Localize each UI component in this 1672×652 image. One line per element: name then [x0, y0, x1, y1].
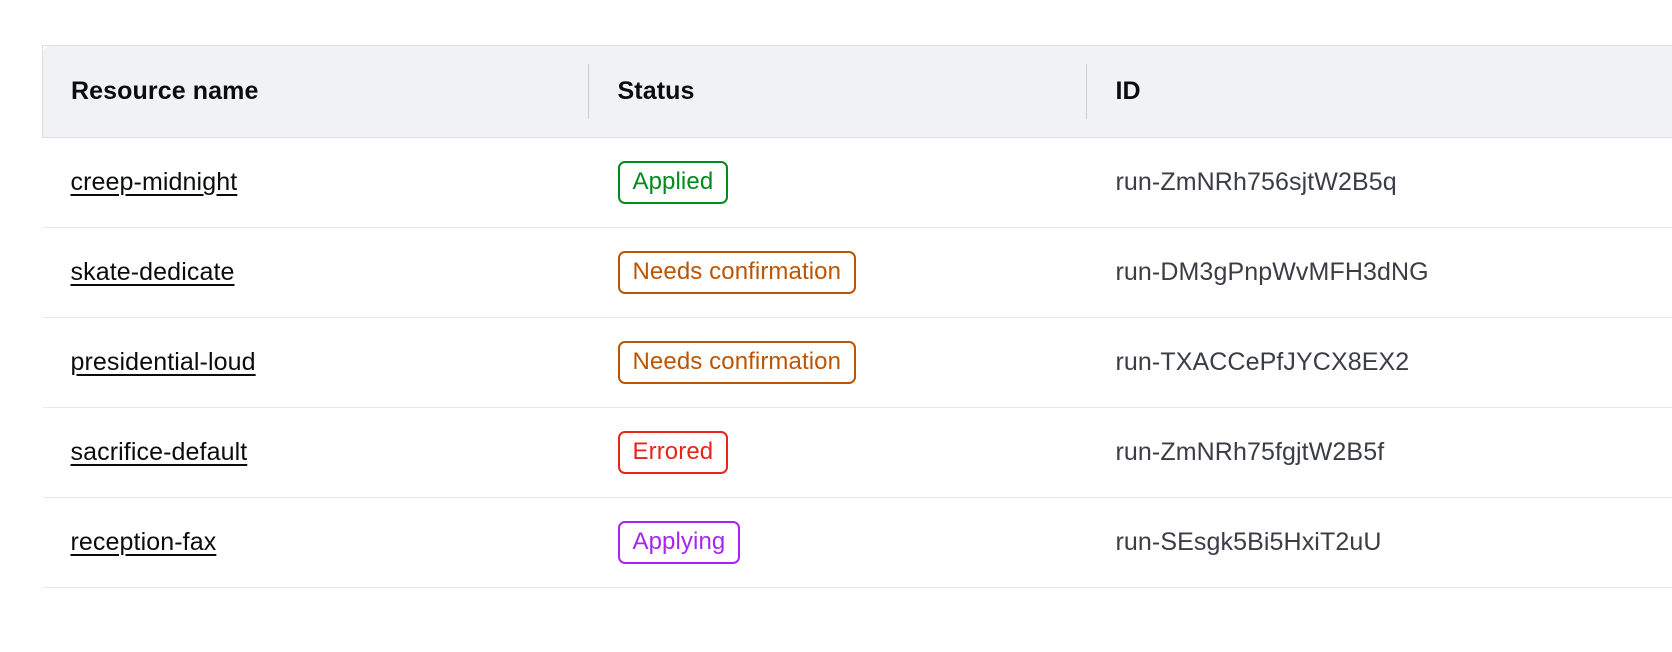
status-badge: Needs confirmation [617, 341, 857, 384]
status-badge: Needs confirmation [617, 251, 857, 294]
column-header-status[interactable]: Status [587, 45, 1086, 138]
table-row: creep-midnight Applied run-ZmNRh756sjtW2B5… [42, 137, 1672, 228]
cell-id: run-DM3gPnpWvMFH3dNG [1085, 227, 1672, 318]
cell-status: Errored [587, 407, 1086, 498]
table-row: reception-fax Applying run-SEsgk5Bi5HxiT2u… [42, 497, 1672, 588]
resource-name-link[interactable]: presidential-loud [71, 348, 256, 376]
cell-resource-name: reception-fax [42, 497, 588, 588]
run-id-text: run-TXACCePfJYCX8EX2 [1115, 348, 1410, 376]
table-row: skate-dedicate Needs confirmation run-DM3g… [42, 227, 1672, 318]
resource-name-link[interactable]: creep-midnight [71, 168, 238, 196]
cell-status: Applied [587, 137, 1086, 228]
status-badge: Errored [617, 431, 729, 474]
cell-status: Applying [587, 497, 1086, 588]
run-id-text: run-SEsgk5Bi5HxiT2uU [1115, 528, 1382, 556]
column-header-id-label: ID [1115, 77, 1141, 105]
runs-table-container: Resource name Status ID creep-midnight Ap… [42, 45, 1672, 588]
resource-name-link[interactable]: reception-fax [71, 528, 217, 556]
cell-resource-name: sacrifice-default [42, 407, 588, 498]
cell-resource-name: creep-midnight [42, 137, 588, 228]
runs-table: Resource name Status ID creep-midnight Ap… [42, 45, 1672, 588]
table-body: creep-midnight Applied run-ZmNRh756sjtW2B5… [42, 137, 1672, 588]
column-header-resource-name-label: Resource name [71, 77, 259, 105]
column-header-status-label: Status [617, 77, 695, 105]
resource-name-link[interactable]: sacrifice-default [71, 438, 248, 466]
resource-name-link[interactable]: skate-dedicate [71, 258, 235, 286]
run-id-text: run-ZmNRh756sjtW2B5q [1115, 168, 1397, 196]
run-id-text: run-DM3gPnpWvMFH3dNG [1115, 258, 1429, 286]
table-row: presidential-loud Needs confirmation run-T… [42, 317, 1672, 408]
cell-id: run-SEsgk5Bi5HxiT2uU [1085, 497, 1672, 588]
table-header-row: Resource name Status ID [42, 45, 1672, 138]
column-header-resource-name[interactable]: Resource name [42, 45, 588, 138]
cell-resource-name: presidential-loud [42, 317, 588, 408]
column-header-id[interactable]: ID [1085, 45, 1672, 138]
cell-status: Needs confirmation [587, 227, 1086, 318]
status-badge: Applied [617, 161, 729, 204]
table-row: sacrifice-default Errored run-ZmNRh75fgjtW… [42, 407, 1672, 498]
cell-status: Needs confirmation [587, 317, 1086, 408]
status-badge: Applying [617, 521, 741, 564]
cell-id: run-ZmNRh756sjtW2B5q [1085, 137, 1672, 228]
run-id-text: run-ZmNRh75fgjtW2B5f [1115, 438, 1385, 466]
page-root: Resource name Status ID creep-midnight Ap… [0, 0, 1672, 652]
cell-id: run-TXACCePfJYCX8EX2 [1085, 317, 1672, 408]
table-header: Resource name Status ID [42, 45, 1672, 138]
cell-id: run-ZmNRh75fgjtW2B5f [1085, 407, 1672, 498]
cell-resource-name: skate-dedicate [42, 227, 588, 318]
